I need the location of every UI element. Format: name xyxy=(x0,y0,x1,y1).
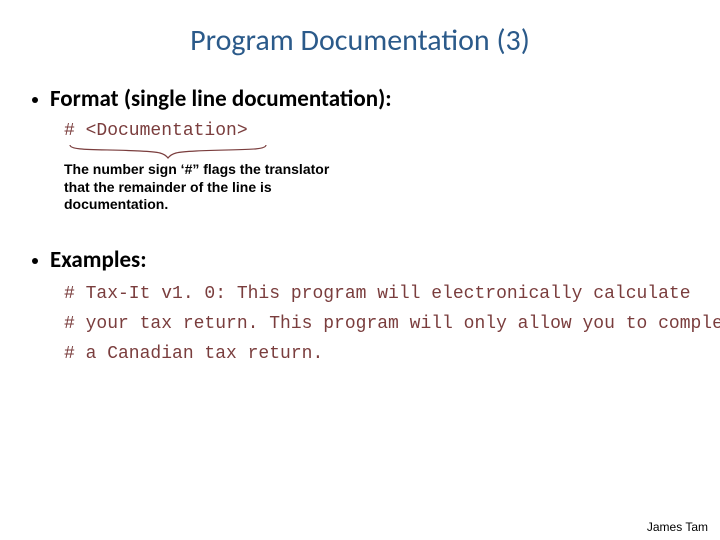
examples-block: Examples: # Tax-It v1. 0: This program w… xyxy=(20,246,700,367)
footer-author: James Tam xyxy=(647,520,708,534)
bullet-dot-icon xyxy=(32,97,38,103)
example-code-line: # a Canadian tax return. xyxy=(64,342,700,366)
brace-icon xyxy=(60,143,700,161)
bullet-dot-icon xyxy=(32,258,38,264)
bullet-format-label: Format (single line documentation): xyxy=(50,85,392,113)
bullet-examples: Examples: xyxy=(32,246,700,274)
bullet-examples-label: Examples: xyxy=(50,246,147,274)
slide: Program Documentation (3) Format (single… xyxy=(0,0,720,540)
page-title: Program Documentation (3) xyxy=(20,22,700,59)
example-code-line: # Tax-It v1. 0: This program will electr… xyxy=(64,282,700,306)
bullet-format: Format (single line documentation): xyxy=(32,85,700,113)
format-caption: The number sign ‘#” flags the translator… xyxy=(64,161,354,214)
format-code: # <Documentation> xyxy=(64,121,700,141)
example-code-line: # your tax return. This program will onl… xyxy=(64,312,700,336)
